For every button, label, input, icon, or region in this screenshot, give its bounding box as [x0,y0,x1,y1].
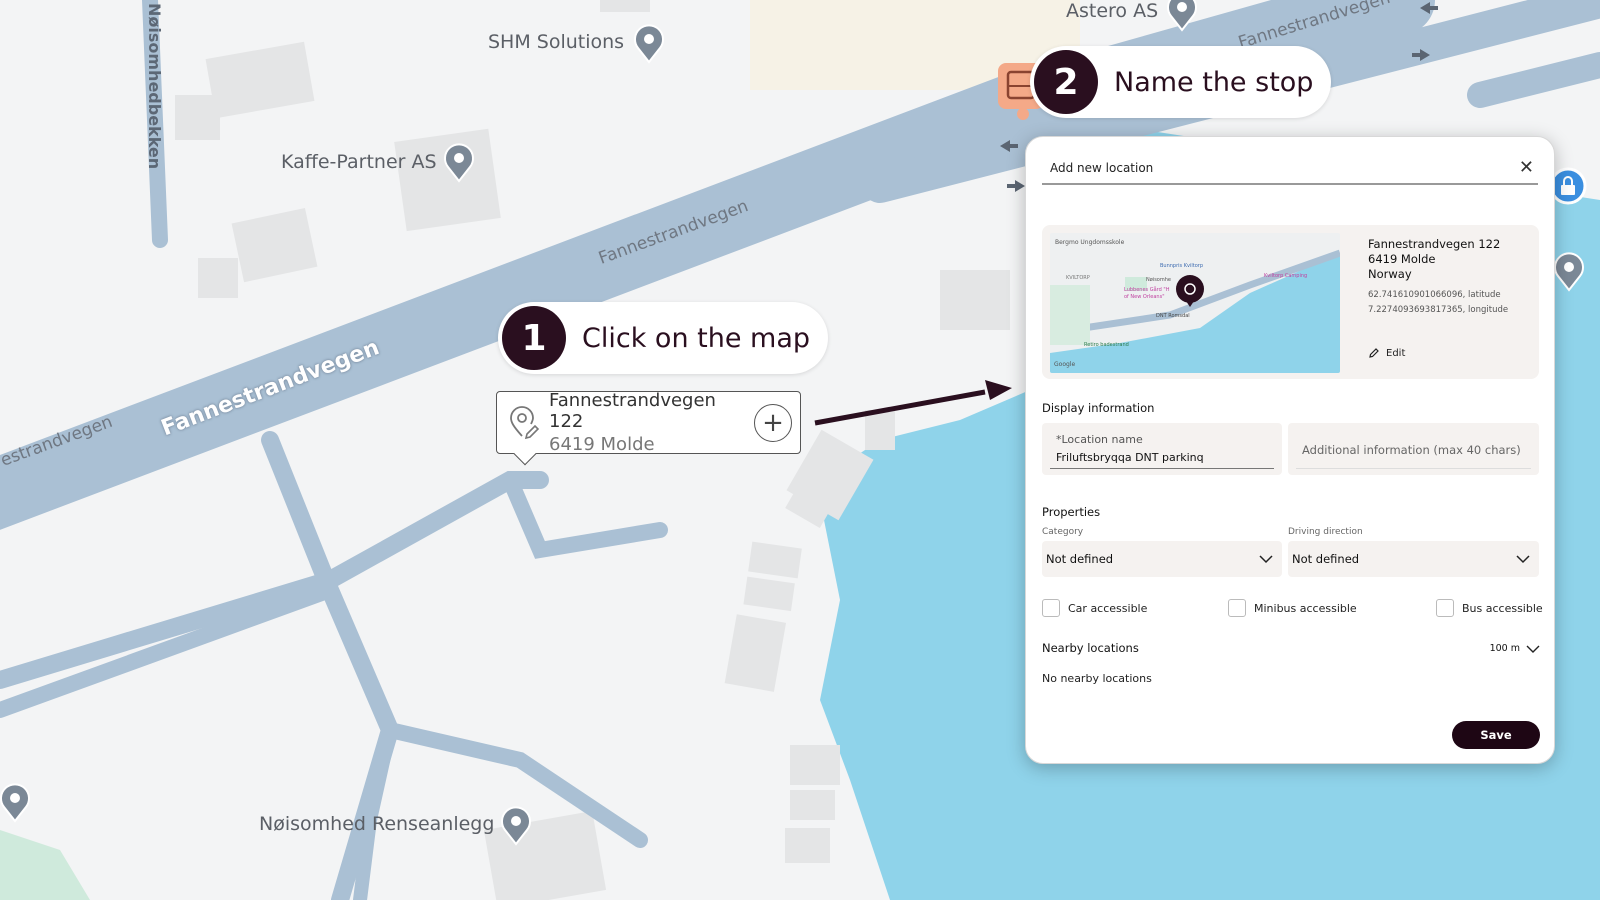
chevron-down-icon [1516,555,1530,564]
radius-select[interactable]: 100 m [1490,643,1540,654]
mini-map-label: DNT Romsdal [1156,313,1190,319]
checkbox-box[interactable] [1228,599,1246,617]
display-info-heading: Display information [1042,401,1155,415]
mini-map-label: Bergmo Ungdomsskole [1055,239,1125,246]
step-1-number: 1 [502,306,566,370]
location-pin-icon [510,405,540,439]
chevron-down-icon [1259,555,1273,564]
preview-postal: 6419 Molde [1368,252,1436,266]
map-pin-icon[interactable] [1552,252,1586,292]
mini-map-label: Lubbenes Gård "H [1124,287,1170,293]
google-logo: Google [1054,361,1076,368]
mini-map-label: Retiro badestrand [1084,342,1129,348]
bus-accessible-checkbox[interactable]: Bus accessible [1436,599,1543,617]
preview-longitude: 7.2274093693817365, longitude [1368,305,1509,315]
popup-postal: 6419 Molde [549,434,655,455]
place-label-shm: SHM Solutions [488,31,625,53]
direction-value: Not defined [1292,552,1360,566]
save-button[interactable]: Save [1452,721,1540,749]
map-pin-icon[interactable] [442,143,476,183]
add-location-button[interactable]: + [754,403,792,442]
edit-address-button[interactable]: Edit [1368,347,1405,359]
lock-pin-icon[interactable] [1549,167,1587,205]
location-name-field[interactable]: *Location name Friluftsbryqqa DNT parkin… [1042,423,1282,475]
road-label-noisomhedbekken: Nøisomhedbekken [145,3,164,170]
preview-address: Fannestrandvegen 122 6419 Molde Norway 6… [1368,237,1508,318]
step-1-text: Click on the map [582,322,811,354]
place-label-kaffe: Kaffe-Partner AS [281,151,437,173]
location-name-label: *Location name [1056,433,1143,446]
driving-direction-select[interactable]: Not defined [1288,541,1539,577]
mini-map[interactable] [1050,233,1340,373]
popup-street: Fannestrandvegen 122 [549,390,716,432]
checkbox-label: Minibus accessible [1254,601,1357,615]
category-value: Not defined [1046,552,1114,566]
mini-map-label: KVILTORP [1066,275,1090,281]
preview-latitude: 62.741610901066096, latitude [1368,290,1501,300]
mini-map-label: Bunnpris Kviltorp [1160,263,1204,269]
category-select[interactable]: Not defined [1042,541,1282,577]
mini-map-label: of New Orleans" [1124,294,1165,300]
location-preview-card: Bergmo Ungdomsskole KVILTORP Bunnpris Kv… [1042,225,1539,379]
dialog-title: Add new location [1050,161,1154,175]
plus-icon: + [762,407,784,438]
nearby-heading: Nearby locations [1042,641,1139,655]
checkbox-label: Bus accessible [1462,601,1543,615]
properties-heading: Properties [1042,505,1101,519]
direction-label: Driving direction [1288,527,1363,537]
place-label-astero: Astero AS [1066,0,1159,22]
map-pin-icon[interactable] [0,783,32,823]
dialog-header: Add new location ✕ [1042,155,1538,185]
map-pin-icon[interactable] [1165,0,1199,32]
step-2-text: Name the stop [1114,66,1314,98]
map-pin-icon[interactable] [632,24,666,64]
close-icon[interactable]: ✕ [1519,157,1534,178]
mini-map-label: Kviltorp Camping [1264,273,1308,279]
minibus-accessible-checkbox[interactable]: Minibus accessible [1228,599,1357,617]
chevron-down-icon [1526,645,1540,653]
step-2-callout: 2 Name the stop [1030,46,1332,118]
edit-label: Edit [1386,347,1406,359]
car-accessible-checkbox[interactable]: Car accessible [1042,599,1147,617]
additional-info-placeholder: Additional information (max 40 chars) [1302,443,1521,457]
field-underline [1050,468,1274,469]
preview-street: Fannestrandvegen 122 [1368,237,1501,251]
place-label-renseanlegg: Nøisomhed Renseanlegg [259,813,495,835]
address-popup[interactable]: Fannestrandvegen 122 6419 Molde + [496,390,801,466]
step-1-callout: 1 Click on the map [498,302,829,374]
step-2-number: 2 [1034,50,1098,114]
add-location-dialog: Add new location ✕ Bergmo Ungdomsskole K… [1025,136,1555,764]
nearby-empty-text: No nearby locations [1042,672,1152,685]
checkbox-label: Car accessible [1068,601,1148,615]
pencil-icon [1369,348,1379,358]
field-underline [1296,468,1531,469]
category-label: Category [1042,527,1084,537]
checkbox-box[interactable] [1042,599,1060,617]
preview-country: Norway [1368,267,1412,281]
map-pin-icon[interactable] [499,806,533,846]
checkbox-box[interactable] [1436,599,1454,617]
additional-info-field[interactable]: Additional information (max 40 chars) [1288,423,1539,475]
radius-value: 100 m [1489,643,1520,654]
mini-map-label: Nøisomhe [1146,277,1171,283]
location-name-value[interactable]: Friluftsbryqqa DNT parkinq [1056,451,1204,464]
